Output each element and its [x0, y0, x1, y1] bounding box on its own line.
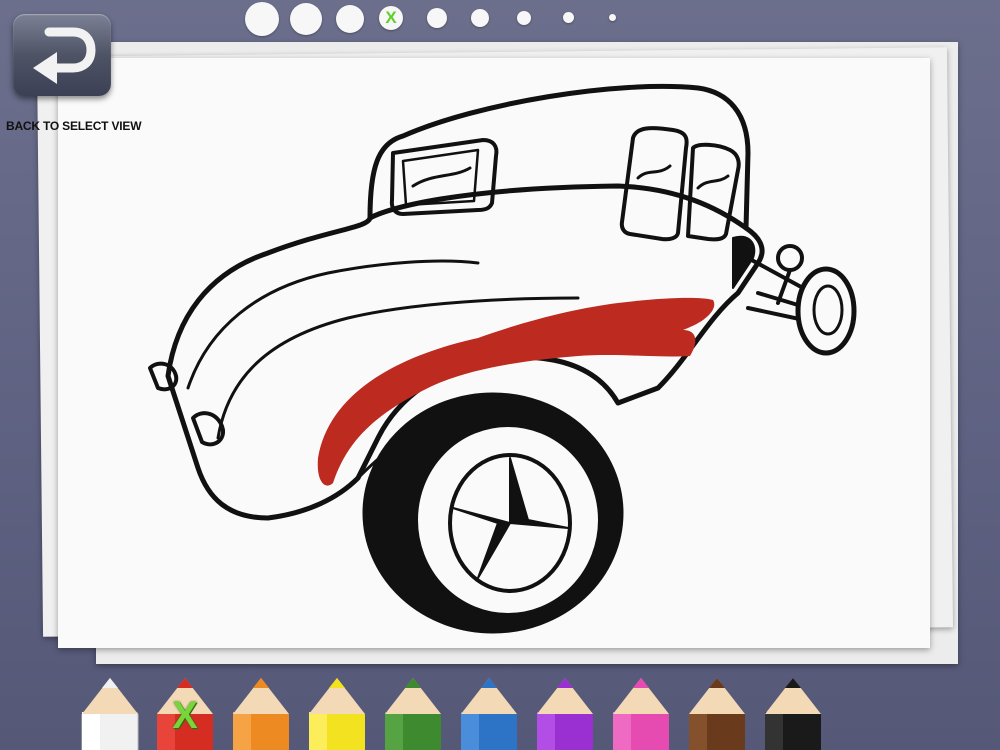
page-dot-3[interactable]: [336, 5, 364, 33]
page-dot-7[interactable]: [517, 11, 531, 25]
undo-arrow-icon: [33, 27, 96, 84]
back-button-label[interactable]: BACK TO SELECT VIEW: [6, 119, 142, 133]
pencil-black-icon: [765, 678, 821, 750]
pencil-yellow[interactable]: [305, 672, 369, 750]
pencil-green[interactable]: [381, 672, 445, 750]
page-indicator: X: [0, 0, 1000, 36]
pencil-blue[interactable]: [457, 672, 521, 750]
pencil-white-icon: [81, 678, 139, 750]
pencil-white[interactable]: [78, 672, 142, 750]
pencil-orange-icon: [233, 678, 289, 750]
page-dot-1[interactable]: [245, 2, 279, 36]
page-dot-9[interactable]: [609, 14, 616, 21]
pencil-purple-icon: [537, 678, 593, 750]
pencil-purple[interactable]: [533, 672, 597, 750]
pencil-blue-icon: [461, 678, 517, 750]
pencil-brown-icon: [689, 678, 745, 750]
pencil-brown[interactable]: [685, 672, 749, 750]
page-dot-5[interactable]: [427, 8, 447, 28]
page-dot-2[interactable]: [290, 3, 322, 35]
page-dot-4-current[interactable]: X: [379, 6, 403, 30]
selected-color-mark: X: [172, 695, 198, 737]
coloring-canvas[interactable]: [58, 58, 930, 648]
pencil-black[interactable]: [761, 672, 825, 750]
pencil-yellow-icon: [309, 678, 365, 750]
page-dot-6[interactable]: [471, 9, 489, 27]
current-page-mark: X: [385, 8, 397, 27]
pencil-green-icon: [385, 678, 441, 750]
pencil-red[interactable]: X: [153, 672, 217, 750]
pencil-pink[interactable]: [609, 672, 673, 750]
page-dot-8[interactable]: [563, 12, 574, 23]
pencil-orange[interactable]: [229, 672, 293, 750]
back-button[interactable]: [13, 14, 111, 96]
pencil-pink-icon: [613, 678, 669, 750]
